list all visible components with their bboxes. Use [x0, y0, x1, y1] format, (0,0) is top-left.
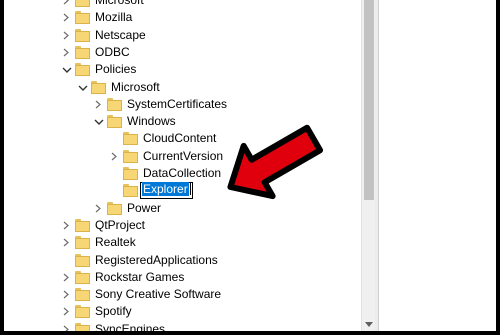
red-arrow-icon	[216, 120, 328, 211]
chevron-right-icon[interactable]	[62, 303, 74, 320]
tree-item-label: Windows	[127, 114, 176, 129]
chevron-right-icon[interactable]	[62, 269, 74, 286]
tree-item-label: Power	[127, 200, 162, 215]
folder-icon	[75, 322, 90, 331]
folder-icon	[91, 80, 106, 94]
folder-icon	[123, 132, 138, 146]
chevron-right-icon[interactable]	[62, 27, 74, 44]
tree-vertical-scrollbar[interactable]	[361, 0, 376, 331]
chevron-down-icon[interactable]	[78, 79, 90, 96]
folder-icon	[107, 201, 122, 215]
tree-item-label: SyncEngines	[95, 321, 166, 331]
chevron-right-icon[interactable]	[110, 148, 122, 165]
tree-item-label: Microsoft	[111, 79, 160, 94]
tree-item[interactable]: Realtek	[4, 234, 361, 251]
rename-key-selected-text: Explorer	[142, 182, 189, 197]
scrollbar-thumb[interactable]	[364, 0, 374, 200]
tree-item-label: ODBC	[95, 44, 130, 59]
rename-key-input[interactable]: Explorer	[140, 182, 193, 200]
tree-item[interactable]: Microsoft	[4, 0, 361, 9]
folder-icon	[75, 236, 90, 250]
chevron-right-icon[interactable]	[62, 234, 74, 251]
chevron-right-icon[interactable]	[62, 9, 74, 26]
tree-item[interactable]: RegisteredApplications	[4, 252, 361, 269]
tree-item-label: SystemCertificates	[127, 96, 228, 111]
folder-icon	[75, 63, 90, 77]
values-pane[interactable]	[379, 0, 496, 331]
tree-item-label: Spotify	[95, 304, 132, 319]
tree-item[interactable]: Netscape	[4, 27, 361, 44]
chevron-right-icon[interactable]	[94, 200, 106, 217]
folder-icon	[75, 45, 90, 59]
tree-item[interactable]: ODBC	[4, 44, 361, 61]
folder-icon	[75, 288, 90, 302]
chevron-down-icon[interactable]	[94, 113, 106, 130]
tree-item-label: Microsoft	[95, 0, 144, 7]
tree-item-label: CloudContent	[143, 131, 217, 146]
folder-icon	[75, 11, 90, 25]
chevron-down-icon	[365, 314, 373, 331]
scroll-down-button[interactable]	[362, 315, 376, 331]
tree-item-label: Netscape	[95, 27, 146, 42]
tree-item-label: CurrentVersion	[143, 148, 224, 163]
chevron-down-icon[interactable]	[62, 61, 74, 78]
tree-item[interactable]: Spotify	[4, 303, 361, 320]
tree-item[interactable]: Microsoft	[4, 79, 361, 96]
tree-item[interactable]: Policies	[4, 61, 361, 78]
tree-item-label: Realtek	[95, 235, 136, 250]
chevron-right-icon[interactable]	[62, 217, 74, 234]
folder-icon	[107, 115, 122, 129]
tree-item[interactable]: QtProject	[4, 217, 361, 234]
tree-item[interactable]: Sony Creative Software	[4, 286, 361, 303]
folder-icon	[75, 28, 90, 42]
folder-icon	[107, 97, 122, 111]
folder-icon	[75, 270, 90, 284]
folder-icon	[75, 305, 90, 319]
tree-item-label: Sony Creative Software	[95, 287, 222, 302]
folder-icon	[123, 167, 138, 180]
tree-item-label: RegisteredApplications	[95, 252, 218, 267]
text-caret	[189, 183, 191, 196]
tree-item[interactable]: Rockstar Games	[4, 269, 361, 286]
chevron-right-icon[interactable]	[94, 96, 106, 113]
tree-item-label: Policies	[95, 62, 137, 77]
folder-icon	[75, 218, 90, 232]
tree-item[interactable]: SyncEngines	[4, 321, 361, 331]
folder-icon	[75, 0, 90, 7]
tree-item[interactable]: Mozilla	[4, 9, 361, 26]
tree-item-label: QtProject	[95, 217, 146, 232]
folder-icon	[75, 253, 90, 267]
folder-icon	[123, 184, 138, 198]
chevron-right-icon[interactable]	[62, 0, 74, 9]
tree-item-label: Rockstar Games	[95, 269, 185, 284]
tree-item-label: Mozilla	[95, 10, 133, 25]
chevron-right-icon[interactable]	[62, 44, 74, 61]
tree-item[interactable]: SystemCertificates	[4, 96, 361, 113]
tree-item-label: DataCollection	[143, 166, 222, 180]
chevron-right-icon[interactable]	[62, 286, 74, 303]
folder-icon	[123, 149, 138, 163]
registry-editor-window: Microsoft Mozilla Netscape ODBC Policies Micr…	[4, 0, 496, 331]
chevron-right-icon[interactable]	[62, 321, 74, 331]
